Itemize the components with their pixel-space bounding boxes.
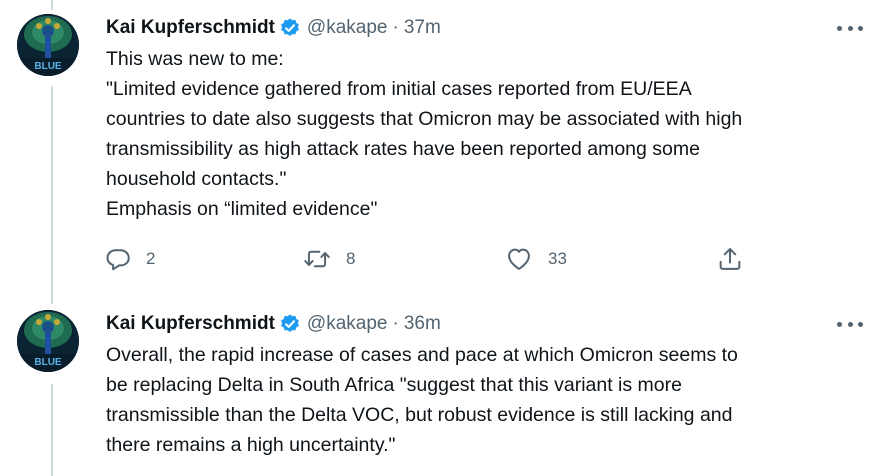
- retweet-button[interactable]: 8: [302, 244, 355, 274]
- tweet-text-line: household contacts.": [106, 168, 287, 190]
- author-name[interactable]: Kai Kupferschmidt: [106, 312, 275, 336]
- tweet-text: This was new to me: "Limited evidence ga…: [106, 44, 866, 224]
- tweet-header: Kai Kupferschmidt @kakape · 37m: [106, 16, 441, 40]
- tweet-text-line: there remains a high uncertainty.": [106, 434, 396, 456]
- share-icon: [716, 245, 744, 273]
- separator-dot: ·: [392, 313, 399, 334]
- tweet-timestamp[interactable]: 36m: [404, 312, 441, 336]
- author-name[interactable]: Kai Kupferschmidt: [106, 16, 275, 40]
- tweet-text-line: countries to date also suggests that Omi…: [106, 108, 743, 130]
- tweet-text-line: Emphasis on “limited evidence": [106, 198, 378, 220]
- author-handle[interactable]: @kakape: [307, 16, 388, 40]
- tweet-text-line: "Limited evidence gathered from initial …: [106, 78, 692, 100]
- verified-badge-icon: [279, 17, 301, 39]
- tweet-text-line: This was new to me:: [106, 48, 284, 70]
- retweet-count: 8: [346, 249, 356, 268]
- author-handle[interactable]: @kakape: [307, 312, 388, 336]
- avatar[interactable]: BLUE: [17, 310, 79, 372]
- tweet-text-line: Overall, the rapid increase of cases and…: [106, 344, 738, 366]
- reply-button[interactable]: 2: [104, 244, 155, 274]
- tweet-header: Kai Kupferschmidt @kakape · 36m: [106, 312, 441, 336]
- like-icon: [504, 245, 534, 273]
- share-button[interactable]: [716, 244, 744, 274]
- tweet-text-line: be replacing Delta in South Africa "sugg…: [106, 374, 682, 396]
- more-options-icon[interactable]: [837, 314, 863, 334]
- tweet-timestamp[interactable]: 37m: [404, 16, 441, 40]
- avatar-text: BLUE: [34, 357, 62, 368]
- tweet-2[interactable]: BLUE Kai Kupferschmidt @kakape · 36m Ove…: [0, 298, 889, 476]
- like-button[interactable]: 33: [504, 244, 567, 274]
- reply-count: 2: [146, 249, 156, 268]
- more-options-icon[interactable]: [837, 18, 863, 38]
- tweet-text-line: transmissible than the Delta VOC, but ro…: [106, 404, 733, 426]
- reply-icon: [104, 245, 132, 273]
- tweet-actions: 2 8 33: [104, 244, 754, 274]
- avatar[interactable]: BLUE: [17, 14, 79, 76]
- avatar-text: BLUE: [34, 61, 62, 72]
- separator-dot: ·: [392, 17, 399, 38]
- like-count: 33: [548, 249, 567, 268]
- tweet-1[interactable]: BLUE Kai Kupferschmidt @kakape · 37m Thi…: [0, 0, 889, 290]
- retweet-icon: [302, 245, 332, 273]
- verified-badge-icon: [279, 313, 301, 335]
- tweet-text-line: transmissibility as high attack rates ha…: [106, 138, 700, 160]
- tweet-text: Overall, the rapid increase of cases and…: [106, 340, 866, 460]
